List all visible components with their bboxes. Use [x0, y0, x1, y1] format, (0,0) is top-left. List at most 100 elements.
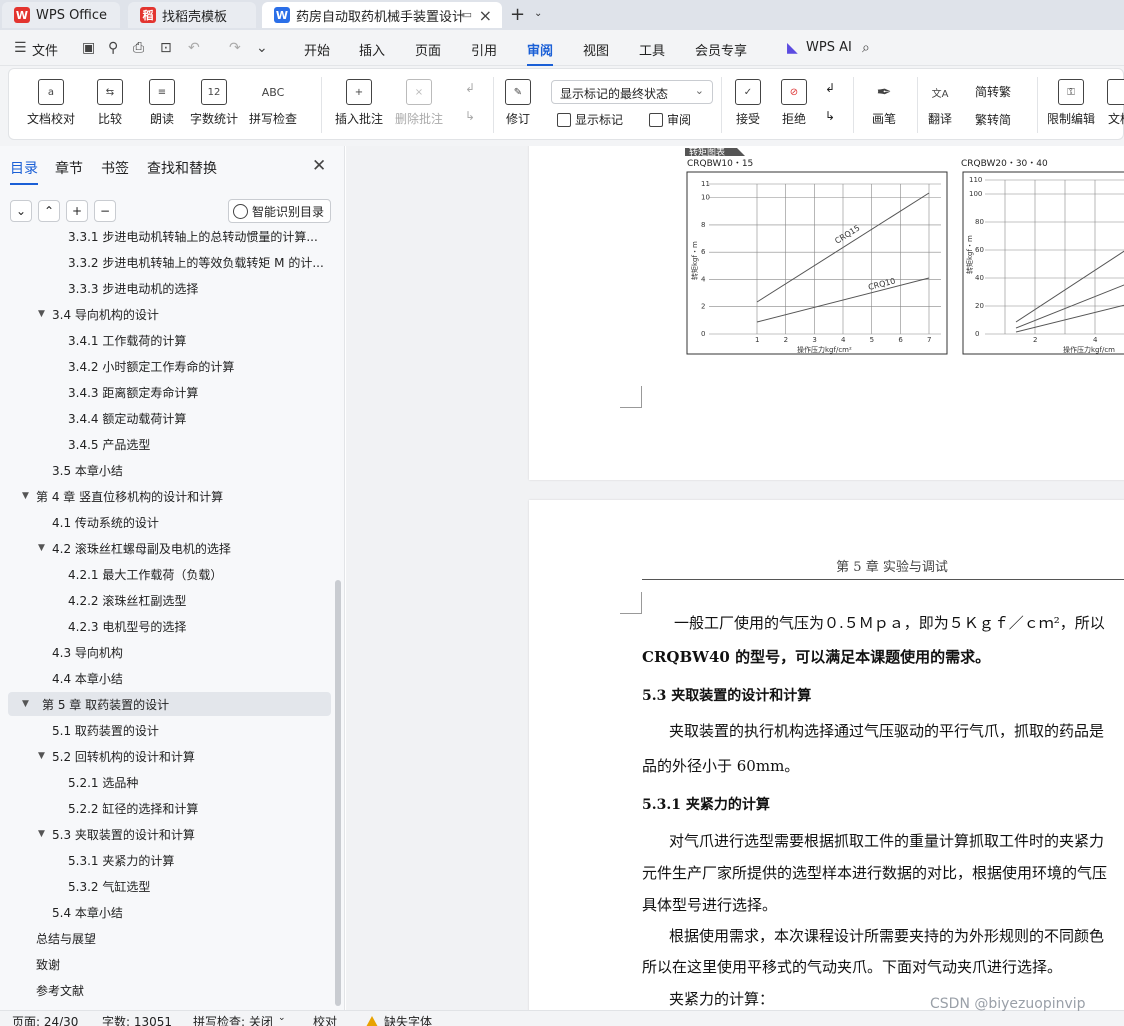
expand-triangle-icon[interactable]: ▼ — [22, 699, 29, 709]
close-tab-icon[interactable]: × — [479, 6, 492, 25]
missing-font-indicator[interactable]: 缺失字体 — [366, 1013, 432, 1026]
chevron-down-icon[interactable]: ⌄ — [256, 40, 268, 56]
toc-item[interactable]: ▼ 4.2 滚珠丝杠螺母副及电机的选择 — [0, 536, 333, 560]
menu-review[interactable]: 审阅 — [527, 40, 554, 66]
toc-item[interactable]: 3.4.3 距离额定寿命计算 — [0, 380, 333, 404]
compare-button[interactable]: ⇆ 比较 — [97, 79, 123, 127]
file-menu[interactable]: 文件 — [32, 40, 58, 59]
toc-item[interactable]: 3.5 本章小结 — [0, 458, 333, 482]
menu-tools[interactable]: 工具 — [639, 40, 665, 59]
to-traditional-button[interactable]: 简转繁 — [975, 83, 1011, 100]
delete-comment-button[interactable]: × 删除批注 — [395, 79, 443, 127]
menu-start[interactable]: 开始 — [304, 40, 330, 59]
spell-status[interactable]: 拼写检查: 关闭 — [193, 1013, 273, 1026]
toc-item[interactable]: 3.3.3 步进电动机的选择 — [0, 276, 333, 300]
tab-chapters[interactable]: 章节 — [55, 158, 83, 178]
spell-check-button[interactable]: ABC 拼写检查 — [249, 79, 297, 127]
menu-insert[interactable]: 插入 — [359, 40, 385, 59]
wps-ai-button[interactable]: WPS AI — [806, 40, 852, 55]
remove-heading-button[interactable]: − — [94, 200, 116, 222]
print-icon[interactable]: ⎙ — [133, 40, 144, 56]
toc-item[interactable]: 4.1 传动系统的设计 — [0, 510, 333, 534]
print-preview-icon[interactable]: ⊡ — [160, 40, 172, 56]
show-markup-button[interactable]: 显示标记 — [557, 111, 623, 128]
tab-bookmarks[interactable]: 书签 — [101, 158, 129, 178]
toc-item[interactable]: 4.3 导向机构 — [0, 640, 333, 664]
menu-page[interactable]: 页面 — [415, 40, 441, 59]
proof-status[interactable]: 校对 — [313, 1013, 337, 1026]
toc-item[interactable]: ▼ 5.3 夹取装置的设计和计算 — [0, 822, 333, 846]
menu-member[interactable]: 会员专享 — [695, 40, 747, 59]
tab-toc[interactable]: 目录 — [10, 158, 38, 185]
toc-item[interactable]: 5.3.1 夹紧力的计算 — [0, 848, 333, 872]
next-comment-icon[interactable]: ↳ — [465, 109, 475, 123]
word-count[interactable]: 字数: 13051 — [102, 1013, 172, 1026]
close-icon[interactable]: ✕ — [312, 156, 326, 176]
toc-item[interactable]: ▼ 第 5 章 取药装置的设计 — [8, 692, 331, 716]
reject-button[interactable]: ⊘ 拒绝 — [781, 79, 807, 127]
add-heading-button[interactable]: + — [66, 200, 88, 222]
tab-template[interactable]: 稻 找稻壳模板 — [128, 2, 256, 28]
new-tab-icon[interactable]: + — [510, 4, 525, 25]
toc-item[interactable]: 5.4 本章小结 — [0, 900, 333, 924]
toc-item[interactable]: 5.2.2 缸径的选择和计算 — [0, 796, 333, 820]
undo-icon[interactable]: ↶ — [188, 40, 200, 56]
toc-item[interactable]: 3.4.4 额定动载荷计算 — [0, 406, 333, 430]
toc-item[interactable]: 3.4.1 工作载荷的计算 — [0, 328, 333, 352]
menu-view[interactable]: 视图 — [583, 40, 609, 59]
toc-item[interactable]: 参考文献 — [0, 978, 333, 1002]
chevron-down-icon[interactable]: ⌄ — [534, 8, 542, 19]
redo-icon[interactable]: ↷ — [229, 40, 241, 56]
review-pane-button[interactable]: 审阅 — [649, 111, 691, 128]
toc-item[interactable]: ▼ 5.2 回转机构的设计和计算 — [0, 744, 333, 768]
toc-item[interactable]: 5.1 取药装置的设计 — [0, 718, 333, 742]
monitor-icon[interactable]: ▭ — [462, 8, 472, 21]
toc-item[interactable]: 5.3.2 气缸选型 — [0, 874, 333, 898]
save-icon[interactable]: ▣ — [82, 40, 95, 56]
toc-item[interactable]: ▼ 3.4 导向机构的设计 — [0, 302, 333, 326]
toc-item[interactable]: 4.2.3 电机型号的选择 — [0, 614, 333, 638]
expand-triangle-icon[interactable]: ▼ — [38, 829, 45, 839]
expand-triangle-icon[interactable]: ▼ — [38, 543, 45, 553]
restrict-edit-button[interactable]: ⚿ 限制编辑 — [1047, 79, 1095, 127]
toc-item[interactable]: 4.2.1 最大工作载荷（负载） — [0, 562, 333, 586]
chevron-up-button[interactable]: ⌃ — [38, 200, 60, 222]
document-more-button[interactable]: 文档 — [1107, 79, 1124, 127]
tab-document[interactable]: W 药房自动取药机械手装置设计 ▭ × — [262, 2, 502, 28]
hamburger-icon[interactable]: ☰ — [14, 40, 27, 56]
share-icon[interactable]: ⚲ — [108, 40, 118, 56]
toc-item[interactable]: ▼ 第 4 章 竖直位移机构的设计和计算 — [0, 484, 333, 508]
search-icon[interactable]: ⌕ — [862, 40, 870, 56]
expand-triangle-icon[interactable]: ▼ — [38, 751, 45, 761]
next-change-icon[interactable]: ↳ — [825, 109, 835, 123]
to-simplified-button[interactable]: 繁转简 — [975, 111, 1011, 128]
insert-comment-button[interactable]: + 插入批注 — [335, 79, 383, 127]
toc-item[interactable]: 3.4.5 产品选型 — [0, 432, 333, 456]
toc-item[interactable]: 3.4.2 小时额定工作寿命的计算 — [0, 354, 333, 378]
proofread-button[interactable]: a 文档校对 — [27, 79, 75, 127]
translate-button[interactable]: 文A 翻译 — [927, 79, 953, 127]
smart-toc-button[interactable]: 智能识别目录 — [228, 199, 331, 223]
toc-item[interactable]: 4.4 本章小结 — [0, 666, 333, 690]
markup-state-select[interactable]: 显示标记的最终状态 ⌄ — [551, 80, 713, 104]
expand-triangle-icon[interactable]: ▼ — [22, 491, 29, 501]
toc-item[interactable]: 致谢 — [0, 952, 333, 976]
accept-button[interactable]: ✓ 接受 — [735, 79, 761, 127]
toc-item[interactable]: 3.3.1 步进电动机转轴上的总转动惯量的计算... — [0, 230, 333, 248]
prev-comment-icon[interactable]: ↲ — [465, 81, 475, 95]
read-aloud-button[interactable]: ≡ 朗读 — [149, 79, 175, 127]
toc-item[interactable]: 5.2.1 选品种 — [0, 770, 333, 794]
tab-wps-office[interactable]: W WPS Office — [2, 2, 120, 28]
scrollbar-thumb[interactable] — [335, 580, 341, 1006]
prev-change-icon[interactable]: ↲ — [825, 81, 835, 95]
toc-item[interactable]: 总结与展望 — [0, 926, 333, 950]
chevron-down-button[interactable]: ⌄ — [10, 200, 32, 222]
chevron-down-icon[interactable]: ⌄ — [278, 1013, 286, 1023]
page-indicator[interactable]: 页面: 24/30 — [12, 1013, 78, 1026]
expand-triangle-icon[interactable]: ▼ — [38, 309, 45, 319]
revise-button[interactable]: ✎ 修订 — [505, 79, 531, 127]
toc-item[interactable]: 3.3.2 步进电机转轴上的等效负载转矩 M 的计... — [0, 250, 333, 274]
menu-reference[interactable]: 引用 — [471, 40, 497, 59]
word-count-button[interactable]: 12 字数统计 — [190, 79, 238, 127]
tab-find-replace[interactable]: 查找和替换 — [147, 158, 217, 178]
